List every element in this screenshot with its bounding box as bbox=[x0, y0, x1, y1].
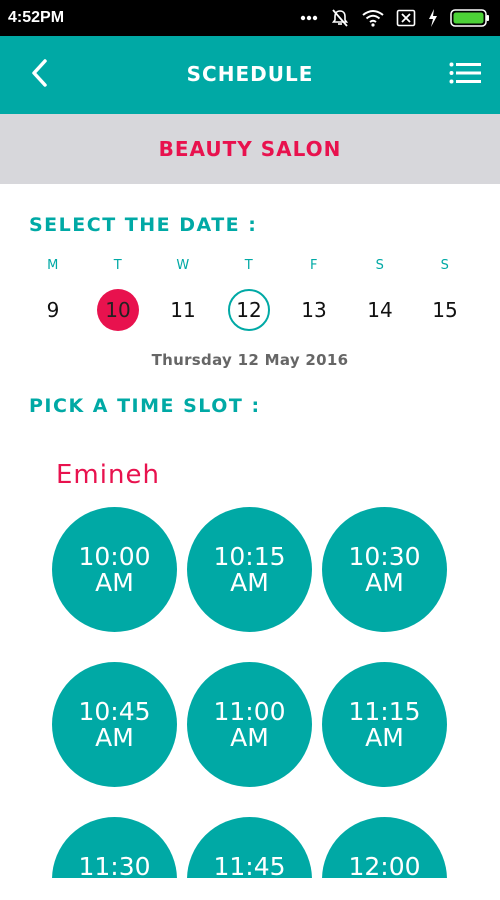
app-bar: SCHEDULE bbox=[0, 36, 500, 114]
day-thursday[interactable]: T 12 bbox=[219, 258, 279, 331]
sim-x-icon bbox=[396, 9, 416, 27]
time-slot-button[interactable]: 10:15 AM bbox=[187, 507, 312, 632]
time-slot-button[interactable]: 11:45 AM bbox=[187, 817, 312, 878]
day-monday[interactable]: M 9 bbox=[23, 258, 83, 322]
week-date-picker: M 9 T 10 W 11 T 12 F 13 S 14 S 15 bbox=[20, 258, 480, 338]
slot-period: AM bbox=[95, 722, 134, 752]
slot-time: 11:00 bbox=[213, 696, 286, 726]
business-name: BEAUTY SALON bbox=[158, 137, 342, 161]
day-letter: M bbox=[47, 258, 59, 273]
day-number: 14 bbox=[367, 298, 393, 322]
day-letter: T bbox=[244, 258, 254, 273]
day-sunday[interactable]: S 15 bbox=[415, 258, 475, 322]
staff-name: Emineh bbox=[56, 460, 160, 490]
day-wednesday[interactable]: W 11 bbox=[153, 258, 213, 322]
time-slot-button[interactable]: 12:00 PM bbox=[322, 817, 447, 878]
dots-icon bbox=[300, 15, 318, 21]
day-letter: T bbox=[113, 258, 123, 273]
slot-time: 10:00 bbox=[78, 541, 151, 571]
day-friday[interactable]: F 13 bbox=[284, 258, 344, 322]
day-number: 11 bbox=[170, 298, 196, 322]
business-header: BEAUTY SALON bbox=[0, 114, 500, 184]
slot-period: AM bbox=[230, 567, 269, 597]
status-time: 4:52PM bbox=[8, 9, 65, 26]
slot-time: 11:30 bbox=[78, 851, 151, 878]
status-bar: 4:52PM bbox=[0, 0, 500, 36]
battery-icon bbox=[450, 9, 490, 27]
day-letter: F bbox=[310, 258, 318, 273]
time-slot-grid[interactable]: 10:00 AM 10:15 AM 10:30 AM 10:45 AM 11:0… bbox=[0, 500, 500, 878]
time-slot-button[interactable]: 10:30 AM bbox=[322, 507, 447, 632]
time-slot-title: PICK A TIME SLOT : bbox=[29, 395, 261, 417]
select-date-title: SELECT THE DATE : bbox=[29, 214, 258, 236]
slot-period: AM bbox=[230, 722, 269, 752]
day-saturday[interactable]: S 14 bbox=[350, 258, 410, 322]
slot-time: 10:30 bbox=[348, 541, 421, 571]
page-title: SCHEDULE bbox=[186, 62, 314, 86]
time-slot-button[interactable]: 10:45 AM bbox=[52, 662, 177, 787]
menu-button[interactable] bbox=[446, 58, 484, 92]
wifi-icon bbox=[362, 9, 384, 27]
time-slot-button[interactable]: 11:15 AM bbox=[322, 662, 447, 787]
slot-period: AM bbox=[365, 567, 404, 597]
slot-time: 11:15 bbox=[348, 696, 421, 726]
time-slot-button[interactable]: 10:00 AM bbox=[52, 507, 177, 632]
day-number-today: 10 bbox=[97, 289, 139, 331]
day-number: 9 bbox=[46, 298, 60, 322]
slot-time: 12:00 bbox=[348, 851, 421, 878]
charging-icon bbox=[428, 9, 438, 27]
day-number-selected: 12 bbox=[228, 289, 270, 331]
list-menu-icon bbox=[449, 62, 481, 88]
day-letter: S bbox=[440, 258, 450, 273]
slot-time: 10:15 bbox=[213, 541, 286, 571]
day-letter: S bbox=[375, 258, 385, 273]
slot-time: 11:45 bbox=[213, 851, 286, 878]
status-icons bbox=[300, 8, 490, 28]
day-letter: W bbox=[176, 258, 190, 273]
day-number: 15 bbox=[432, 298, 458, 322]
day-number: 13 bbox=[301, 298, 327, 322]
slot-period: AM bbox=[95, 567, 134, 597]
day-tuesday[interactable]: T 10 bbox=[88, 258, 148, 331]
time-slot-button[interactable]: 11:30 AM bbox=[52, 817, 177, 878]
selected-date-text: Thursday 12 May 2016 bbox=[151, 351, 349, 369]
time-slot-button[interactable]: 11:00 AM bbox=[187, 662, 312, 787]
slot-time: 10:45 bbox=[78, 696, 151, 726]
muted-bell-icon bbox=[330, 8, 350, 28]
slot-period: AM bbox=[365, 722, 404, 752]
